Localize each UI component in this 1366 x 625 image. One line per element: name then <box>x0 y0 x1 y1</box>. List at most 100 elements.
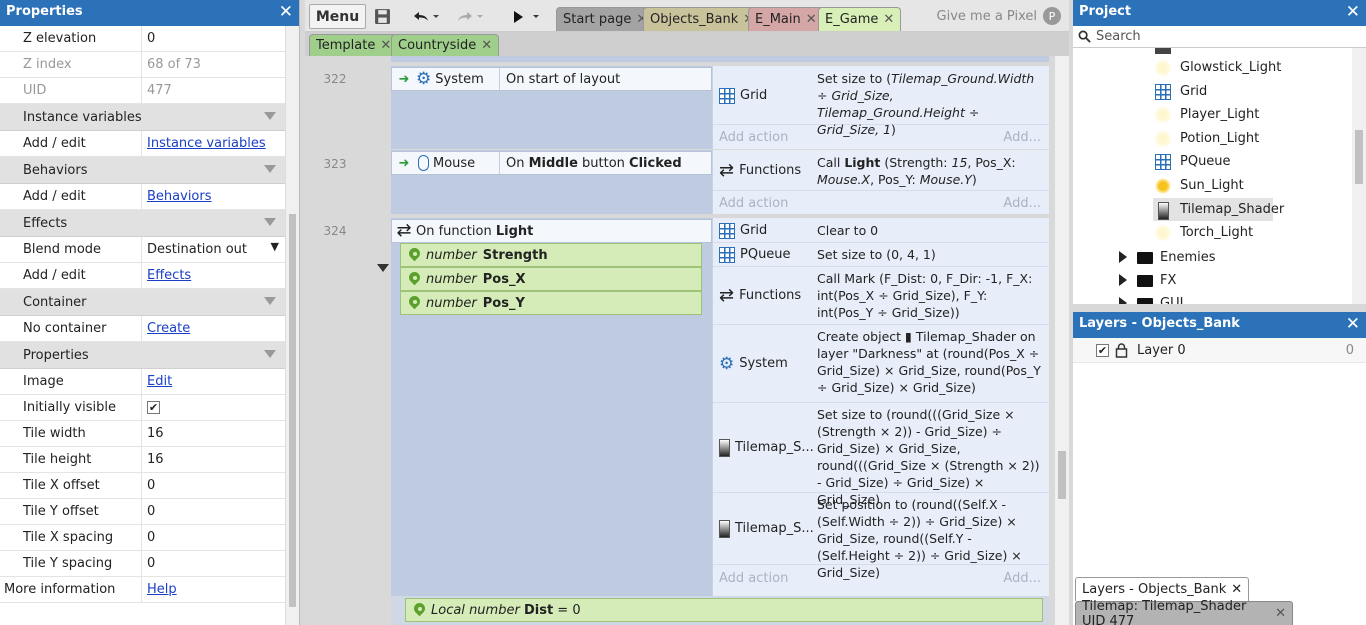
project-scrollbar[interactable] <box>1352 48 1366 304</box>
property-value[interactable]: 16 <box>147 452 164 467</box>
property-row[interactable]: Tile width 16 <box>0 421 285 447</box>
property-value[interactable]: 0 <box>147 504 155 519</box>
action-row[interactable]: Tilemap_S... Set size to (round(((Grid_Si… <box>713 403 1049 507</box>
property-link[interactable]: Create <box>147 321 190 336</box>
property-value[interactable]: Destination out <box>147 242 247 257</box>
property-row[interactable]: Tile height 16 <box>0 447 285 473</box>
property-row[interactable]: Add / edit Behaviors <box>0 184 285 210</box>
function-parameter[interactable]: number Pos_Y <box>400 291 702 315</box>
close-icon[interactable]: ✕ <box>279 2 293 22</box>
dropdown-arrow-icon[interactable]: ▼ <box>271 240 279 253</box>
tree-item-pqueue[interactable]: PQueue <box>1073 150 1352 173</box>
tree-item-tilemap-shader[interactable]: Tilemap_Shader <box>1153 197 1284 221</box>
expand-arrow-icon[interactable] <box>1119 273 1127 286</box>
property-value[interactable]: 16 <box>147 426 164 441</box>
property-value[interactable]: 0 <box>147 530 155 545</box>
property-row[interactable]: Tile X offset 0 <box>0 473 285 499</box>
property-row[interactable]: Tile Y offset 0 <box>0 499 285 525</box>
collapse-arrow-icon[interactable] <box>264 112 276 120</box>
function-parameter[interactable]: number Pos_X <box>400 267 702 291</box>
tab-e-game[interactable]: E_Game ✕ <box>818 7 902 31</box>
layer-row[interactable]: ✔ Layer 0 0 <box>1073 338 1366 363</box>
tree-item-torch-light[interactable]: Torch_Light <box>1073 221 1352 244</box>
property-row[interactable]: No container Create <box>0 316 285 342</box>
add-action-link[interactable]: Add action Add... <box>713 567 1049 589</box>
close-icon[interactable]: ✕ <box>883 12 894 27</box>
property-row[interactable]: Tile X spacing 0 <box>0 525 285 551</box>
event-block[interactable]: ➜ ⚙ System On start of layout Grid Set si… <box>391 66 1049 149</box>
action-row[interactable]: Tilemap_S... Set position to (round((Self… <box>713 493 1049 580</box>
property-row[interactable]: Blend mode Destination out ▼ <box>0 237 285 263</box>
close-icon[interactable]: ✕ <box>380 38 391 53</box>
menu-button[interactable]: Menu <box>309 4 366 29</box>
property-section[interactable]: Effects <box>0 210 285 237</box>
search-input[interactable]: Search <box>1096 29 1141 44</box>
collapse-arrow-icon[interactable] <box>264 297 276 305</box>
property-section[interactable]: Instance variables <box>0 104 285 131</box>
property-value[interactable]: 0 <box>147 556 155 571</box>
undo-icon[interactable] <box>409 4 443 29</box>
condition-row[interactable]: ➜ ⚙ System On start of layout <box>391 67 712 91</box>
property-section[interactable]: Behaviors <box>0 157 285 184</box>
close-icon[interactable]: ✕ <box>806 12 817 27</box>
layer-visible-checkbox[interactable]: ✔ <box>1096 344 1109 357</box>
tab-objects-bank[interactable]: Objects_Bank✕ <box>643 7 762 31</box>
tree-item-glowstick-light[interactable]: Glowstick_Light <box>1073 56 1352 79</box>
function-header[interactable]: ⇄ On function Light <box>391 219 712 243</box>
action-row[interactable]: ⇄ Functions Call Mark (F_Dist: 0, F_Dir: -… <box>713 267 1049 325</box>
collapse-arrow-icon[interactable] <box>264 218 276 226</box>
property-value[interactable]: 0 <box>147 478 155 493</box>
tab-tilemap[interactable]: Tilemap: Tilemap_Shader UID 477 ✕ <box>1075 599 1293 625</box>
property-link[interactable]: Edit <box>147 374 172 389</box>
properties-scrollbar[interactable] <box>285 26 299 625</box>
tree-item-sun-light[interactable]: Sun_Light <box>1073 174 1352 197</box>
action-row[interactable]: ⚙ System Create object ▮ Tilemap_Shader on… <box>713 325 1049 403</box>
property-section[interactable]: Properties <box>0 342 285 369</box>
add-action-link[interactable]: Add action Add... <box>713 126 1049 148</box>
event-block[interactable]: ➜ Mouse On Middle button Clicked ⇄ Functi… <box>391 150 1049 214</box>
tree-item-player-light[interactable]: Player_Light <box>1073 103 1352 126</box>
property-link[interactable]: Instance variables <box>147 136 266 151</box>
property-link[interactable]: Help <box>147 582 177 597</box>
property-row[interactable]: Z index 68 of 73 <box>0 52 285 78</box>
folder-fx[interactable]: FX <box>1073 269 1352 292</box>
tab-e-main[interactable]: E_Main ✕ <box>748 7 824 31</box>
play-icon[interactable] <box>509 4 543 29</box>
close-icon[interactable]: ✕ <box>481 38 492 53</box>
expand-arrow-icon[interactable] <box>1119 296 1127 304</box>
tab-start-page[interactable]: Start page ✕ <box>556 7 655 31</box>
property-row[interactable]: Initially visible ✔ <box>0 395 285 421</box>
property-section[interactable]: Container <box>0 289 285 316</box>
action-row[interactable]: Grid Clear to 0 <box>713 219 1049 243</box>
property-row[interactable]: More information Help <box>0 577 285 603</box>
property-row[interactable]: Add / edit Effects <box>0 263 285 289</box>
property-link[interactable]: Behaviors <box>147 189 212 204</box>
folder-gui[interactable]: GUI <box>1073 292 1352 304</box>
scrollbar-thumb[interactable] <box>289 214 296 607</box>
give-pixel-link[interactable]: Give me a Pixel P <box>937 7 1061 25</box>
scrollbar-thumb[interactable] <box>1355 130 1363 184</box>
action-row[interactable]: PQueue Set size to (0, 4, 1) <box>713 243 1049 267</box>
lock-icon[interactable] <box>1115 343 1128 358</box>
scrollbar-thumb[interactable] <box>1058 451 1066 499</box>
function-block[interactable]: ⇄ On function Light number Strength number… <box>391 218 1049 596</box>
condition-row[interactable]: ➜ Mouse On Middle button Clicked <box>391 151 712 175</box>
property-checkbox[interactable]: ✔ <box>147 401 160 414</box>
collapse-arrow-icon[interactable] <box>264 350 276 358</box>
property-link[interactable]: Effects <box>147 268 191 283</box>
sheet-scrollbar[interactable] <box>1055 56 1069 625</box>
property-row[interactable]: Add / edit Instance variables <box>0 131 285 157</box>
property-row[interactable]: Tile Y spacing 0 <box>0 551 285 577</box>
tree-item-grid[interactable]: Grid <box>1073 80 1352 103</box>
local-variable[interactable]: Local number Dist = 0 <box>405 598 1043 622</box>
add-action-link[interactable]: Add action Add... <box>713 192 1049 214</box>
property-row[interactable]: Z elevation 0 <box>0 26 285 52</box>
action-row[interactable]: Grid Set size to (Tilemap_Ground.Width ÷… <box>713 67 1049 137</box>
property-value[interactable]: 0 <box>147 31 155 46</box>
action-row[interactable]: ⇄ Functions Call Light (Strength: 15, Pos… <box>713 151 1049 191</box>
tree-item-potion-light[interactable]: Potion_Light <box>1073 127 1352 150</box>
save-icon[interactable] <box>371 4 393 29</box>
close-icon[interactable]: ✕ <box>1346 314 1360 334</box>
collapse-arrow-icon[interactable] <box>377 264 389 272</box>
property-row[interactable]: UID 477 <box>0 78 285 104</box>
